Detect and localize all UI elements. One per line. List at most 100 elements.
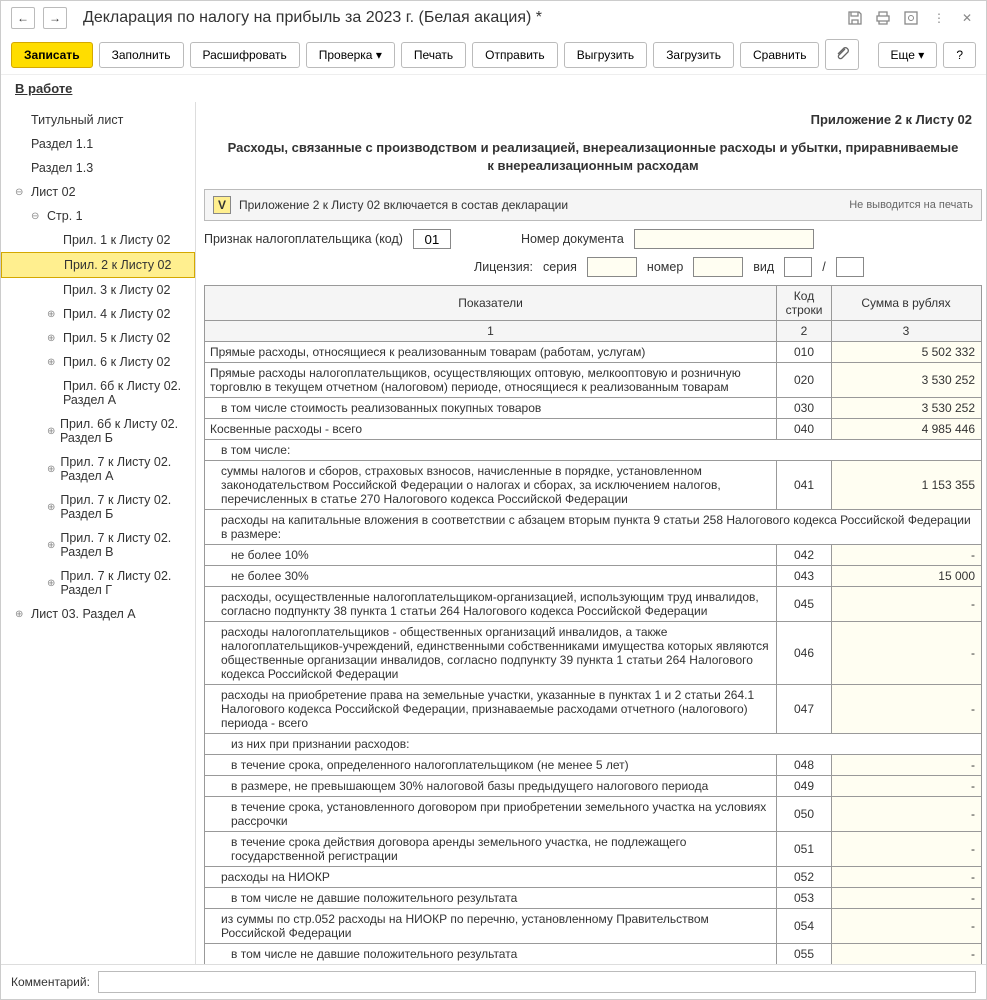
row-sum[interactable]: -	[832, 587, 982, 622]
row-sum[interactable]: -	[832, 755, 982, 776]
table-row: в том числе не давшие положительного рез…	[205, 888, 982, 909]
table-row: из суммы по стр.052 расходы на НИОКР по …	[205, 909, 982, 944]
row-sum[interactable]: -	[832, 545, 982, 566]
tree-item[interactable]: ⊕Прил. 6 к Листу 02	[1, 350, 195, 374]
attachment-label: Приложение 2 к Листу 02	[204, 108, 982, 131]
row-label: из них при признании расходов:	[205, 734, 982, 755]
footer: Комментарий:	[1, 964, 986, 999]
comment-input[interactable]	[98, 971, 976, 993]
decode-button[interactable]: Расшифровать	[190, 42, 300, 68]
back-button[interactable]: ←	[11, 7, 35, 29]
titlebar: ← → Декларация по налогу на прибыль за 2…	[1, 1, 986, 35]
attach-button[interactable]	[825, 39, 859, 70]
collapse-icon[interactable]: ⊖	[31, 211, 43, 222]
expand-icon[interactable]: ⊕	[47, 333, 59, 344]
tree-item[interactable]: Титульный лист	[1, 108, 195, 132]
doc-num-input[interactable]	[634, 229, 814, 249]
tree-item[interactable]: ⊕Лист 03. Раздел А	[1, 602, 195, 626]
print-button[interactable]: Печать	[401, 42, 466, 68]
check-button[interactable]: Проверка ▾	[306, 42, 395, 68]
include-checkbox[interactable]: V	[213, 196, 231, 214]
row-sum[interactable]: 15 000	[832, 566, 982, 587]
save-button[interactable]: Записать	[11, 42, 93, 68]
expand-icon[interactable]: ⊕	[47, 357, 59, 368]
expand-icon[interactable]: ⊕	[47, 578, 56, 589]
status-label[interactable]: В работе	[1, 75, 986, 102]
send-button[interactable]: Отправить	[472, 42, 558, 68]
tree-item[interactable]: Раздел 1.1	[1, 132, 195, 156]
compare-button[interactable]: Сравнить	[740, 42, 819, 68]
row-sum[interactable]: -	[832, 622, 982, 685]
noprint-label: Не выводится на печать	[849, 199, 973, 211]
taxpayer-label: Признак налогоплательщика (код)	[204, 232, 403, 246]
more-button[interactable]: Еще ▾	[878, 42, 938, 68]
doc-num-label: Номер документа	[521, 232, 624, 246]
row-sum[interactable]: -	[832, 867, 982, 888]
save-icon[interactable]	[846, 9, 864, 27]
fill-button[interactable]: Заполнить	[99, 42, 184, 68]
row-sum[interactable]: 3 530 252	[832, 398, 982, 419]
row-label: расходы на капитальные вложения в соотве…	[205, 510, 982, 545]
row-sum[interactable]: -	[832, 909, 982, 944]
table-row: в течение срока, установленного договоро…	[205, 797, 982, 832]
tree-item-selected[interactable]: Прил. 2 к Листу 02	[1, 252, 195, 278]
row-sum[interactable]: -	[832, 797, 982, 832]
sidebar: Титульный лист Раздел 1.1 Раздел 1.3 ⊖Ли…	[1, 102, 196, 964]
vid-input-1[interactable]	[784, 257, 812, 277]
table-row: суммы налогов и сборов, страховых взносо…	[205, 461, 982, 510]
upload-button[interactable]: Выгрузить	[564, 42, 648, 68]
close-icon[interactable]: ✕	[958, 9, 976, 27]
row-sum[interactable]: -	[832, 776, 982, 797]
download-button[interactable]: Загрузить	[653, 42, 734, 68]
th-code: Код строки	[777, 286, 832, 321]
tree-item[interactable]: ⊕Прил. 7 к Листу 02. Раздел Б	[1, 488, 195, 526]
row-sum[interactable]: -	[832, 685, 982, 734]
expand-icon[interactable]: ⊕	[47, 426, 56, 437]
tree-item[interactable]: Прил. 3 к Листу 02	[1, 278, 195, 302]
expand-icon[interactable]: ⊕	[47, 464, 56, 475]
tree-item[interactable]: ⊕Прил. 5 к Листу 02	[1, 326, 195, 350]
row-label: в том числе не давшие положительного рез…	[205, 944, 777, 964]
table-row: расходы на НИОКР052-	[205, 867, 982, 888]
vid-input-2[interactable]	[836, 257, 864, 277]
expand-icon[interactable]: ⊕	[47, 540, 56, 551]
row-sum[interactable]: 5 502 332	[832, 342, 982, 363]
row-sum[interactable]: 4 985 446	[832, 419, 982, 440]
series-input[interactable]	[587, 257, 637, 277]
tree-item[interactable]: ⊕Прил. 6б к Листу 02. Раздел Б	[1, 412, 195, 450]
expand-icon[interactable]: ⊕	[15, 609, 27, 620]
collapse-icon[interactable]: ⊖	[15, 187, 27, 198]
tree-item[interactable]: ⊕Прил. 7 к Листу 02. Раздел В	[1, 526, 195, 564]
menu-icon[interactable]: ⋮	[930, 9, 948, 27]
expand-icon[interactable]: ⊕	[47, 309, 59, 320]
row-code: 052	[777, 867, 832, 888]
tree-item[interactable]: ⊖Стр. 1	[1, 204, 195, 228]
tree-item[interactable]: ⊕Прил. 4 к Листу 02	[1, 302, 195, 326]
row-code: 046	[777, 622, 832, 685]
tree-item[interactable]: ⊕Прил. 7 к Листу 02. Раздел А	[1, 450, 195, 488]
row-sum[interactable]: -	[832, 888, 982, 909]
include-bar: V Приложение 2 к Листу 02 включается в с…	[204, 189, 982, 221]
row-sum[interactable]: 1 153 355	[832, 461, 982, 510]
tree-item[interactable]: Прил. 6б к Листу 02. Раздел А	[1, 374, 195, 412]
tree-item[interactable]: ⊖Лист 02	[1, 180, 195, 204]
tree-item[interactable]: Раздел 1.3	[1, 156, 195, 180]
row-code: 045	[777, 587, 832, 622]
row-sum[interactable]: -	[832, 832, 982, 867]
print-icon[interactable]	[874, 9, 892, 27]
chevron-down-icon: ▾	[918, 48, 924, 62]
forward-button[interactable]: →	[43, 7, 67, 29]
taxpayer-code-input[interactable]	[413, 229, 451, 249]
comment-label: Комментарий:	[11, 975, 90, 989]
number-label: номер	[647, 260, 683, 274]
preview-icon[interactable]	[902, 9, 920, 27]
help-button[interactable]: ?	[943, 42, 976, 68]
number-input[interactable]	[693, 257, 743, 277]
content-area[interactable]: Приложение 2 к Листу 02 Расходы, связанн…	[196, 102, 986, 964]
table-row: Прямые расходы налогоплательщиков, осуще…	[205, 363, 982, 398]
tree-item[interactable]: ⊕Прил. 7 к Листу 02. Раздел Г	[1, 564, 195, 602]
expand-icon[interactable]: ⊕	[47, 502, 56, 513]
row-sum[interactable]: 3 530 252	[832, 363, 982, 398]
tree-item[interactable]: Прил. 1 к Листу 02	[1, 228, 195, 252]
row-sum[interactable]: -	[832, 944, 982, 964]
